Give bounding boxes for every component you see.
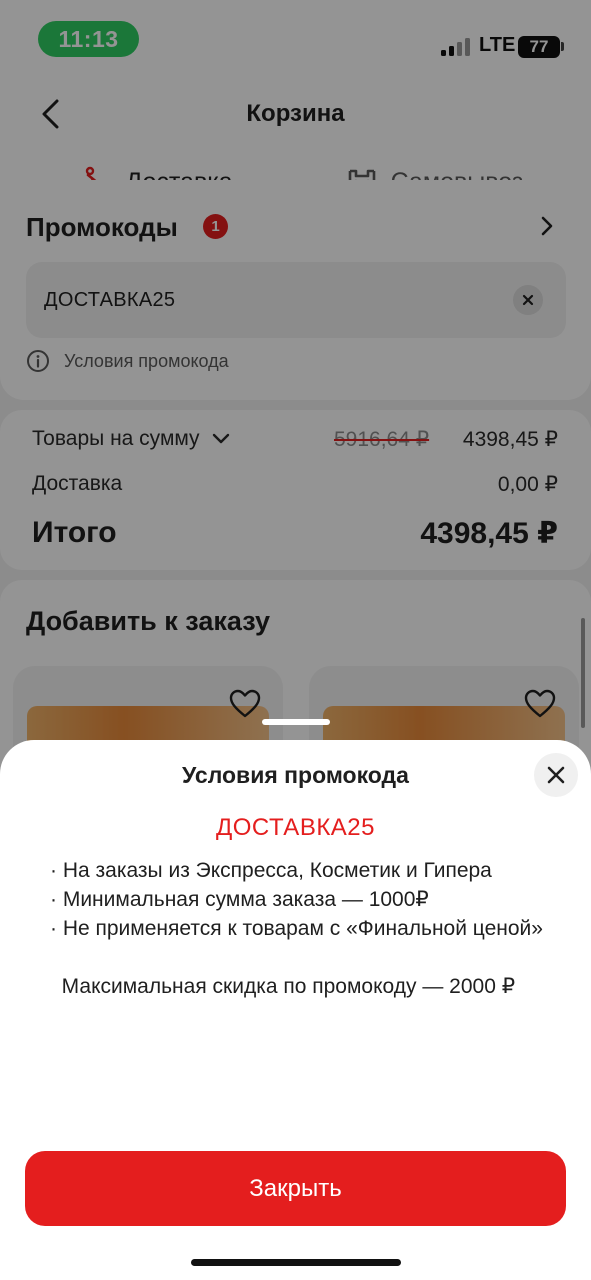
sheet-grabber[interactable] xyxy=(262,719,330,725)
close-icon xyxy=(547,766,565,784)
terms-line: · Не применяется к товарам с «Финальной … xyxy=(50,917,543,940)
sheet-title: Условия промокода xyxy=(182,762,409,788)
terms-line: · На заказы из Экспресса, Косметик и Гип… xyxy=(50,859,492,882)
close-button[interactable]: Закрыть xyxy=(25,1151,566,1226)
sheet-promo-code: ДОСТАВКА25 xyxy=(215,814,376,841)
home-indicator xyxy=(191,1259,401,1266)
promo-terms-text: · На заказы из Экспресса, Косметик и Гип… xyxy=(50,856,550,1001)
terms-line: · Минимальная сумма заказа — 1000₽ xyxy=(50,888,429,911)
max-discount-text: Максимальная скидка по промокоду — 2000 … xyxy=(50,975,516,998)
sheet-close-button[interactable] xyxy=(534,753,578,797)
terms-spacer xyxy=(50,943,550,972)
